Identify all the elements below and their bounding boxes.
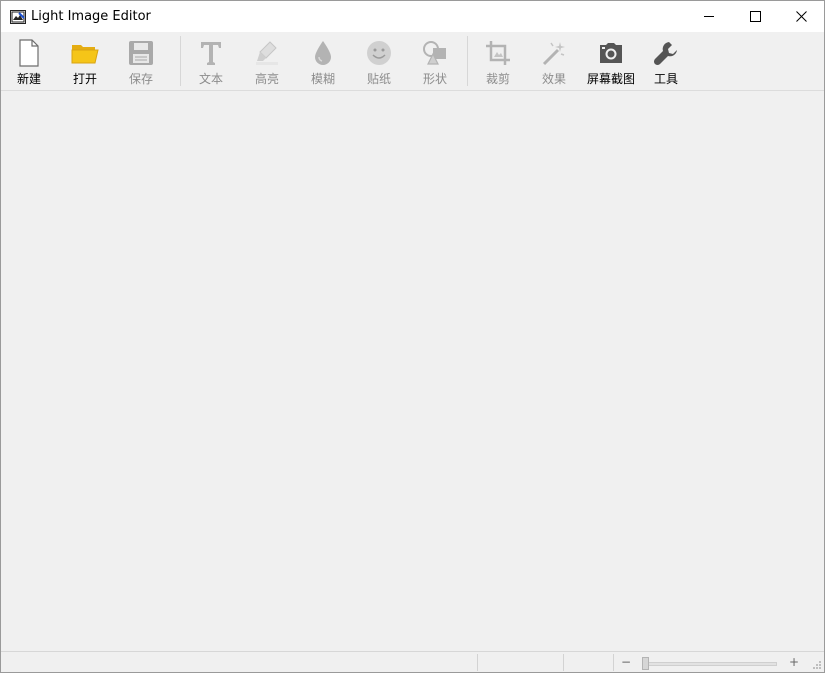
save-disk-icon: [129, 41, 153, 65]
highlight-button[interactable]: 高亮: [245, 32, 289, 91]
toolbar-separator: [180, 36, 181, 86]
title-bar: Light Image Editor: [1, 1, 824, 32]
maximize-icon: [749, 11, 761, 22]
app-window: Light Image Editor 新建 打开 保存 文本 高亮 模糊 贴纸 …: [0, 0, 825, 673]
save-button[interactable]: 保存: [119, 32, 163, 91]
new-button[interactable]: 新建: [7, 32, 51, 91]
text-button[interactable]: 文本: [189, 32, 233, 91]
zoom-slider-thumb[interactable]: [642, 657, 649, 670]
save-label: 保存: [128, 72, 153, 86]
shapes-icon: [423, 41, 446, 65]
tools-label: 工具: [653, 72, 678, 86]
status-divider: [477, 654, 478, 671]
shape-button[interactable]: 形状: [413, 32, 457, 91]
minimize-icon: [703, 16, 714, 17]
resize-grip-icon[interactable]: [812, 660, 822, 670]
zoom-in-button[interactable]: +: [788, 654, 800, 670]
effects-label: 效果: [541, 72, 566, 86]
new-file-icon: [19, 39, 39, 67]
highlighter-icon: [256, 41, 278, 65]
screenshot-button[interactable]: 屏幕截图: [584, 32, 638, 91]
toolbar: 新建 打开 保存 文本 高亮 模糊 贴纸 形状 裁剪 效果 屏幕截图 工具: [1, 32, 824, 91]
window-title: Light Image Editor: [31, 9, 151, 24]
minimize-button[interactable]: [686, 1, 732, 32]
status-divider: [563, 654, 564, 671]
wrench-icon: [653, 42, 677, 66]
zoom-out-button[interactable]: −: [620, 654, 632, 670]
sticker-button[interactable]: 贴纸: [357, 32, 401, 91]
crop-button[interactable]: 裁剪: [476, 32, 520, 91]
app-logo-icon: [10, 9, 26, 24]
blur-button[interactable]: 模糊: [301, 32, 345, 91]
toolbar-separator: [467, 36, 468, 86]
blur-label: 模糊: [310, 72, 335, 86]
smiley-icon: [367, 41, 391, 65]
zoom-slider-track[interactable]: [647, 662, 777, 666]
magic-wand-icon: [542, 42, 565, 66]
sticker-label: 贴纸: [366, 72, 391, 86]
status-divider: [613, 654, 614, 671]
crop-label: 裁剪: [485, 72, 510, 86]
tools-button[interactable]: 工具: [644, 32, 688, 91]
open-label: 打开: [72, 72, 97, 86]
status-bar: − +: [1, 651, 824, 672]
close-icon: [795, 11, 807, 22]
image-canvas[interactable]: [1, 92, 824, 651]
blur-drop-icon: [315, 41, 331, 65]
highlight-label: 高亮: [254, 72, 279, 86]
shape-label: 形状: [422, 72, 447, 86]
effects-button[interactable]: 效果: [532, 32, 576, 91]
new-label: 新建: [16, 72, 41, 86]
crop-icon: [486, 41, 510, 65]
open-button[interactable]: 打开: [63, 32, 107, 91]
screenshot-label: 屏幕截图: [586, 72, 635, 86]
text-icon: [201, 42, 221, 65]
text-label: 文本: [198, 72, 223, 86]
maximize-button[interactable]: [732, 1, 778, 32]
open-folder-icon: [71, 45, 99, 64]
window-controls: [686, 1, 824, 32]
camera-icon: [600, 43, 622, 63]
close-button[interactable]: [778, 1, 824, 32]
